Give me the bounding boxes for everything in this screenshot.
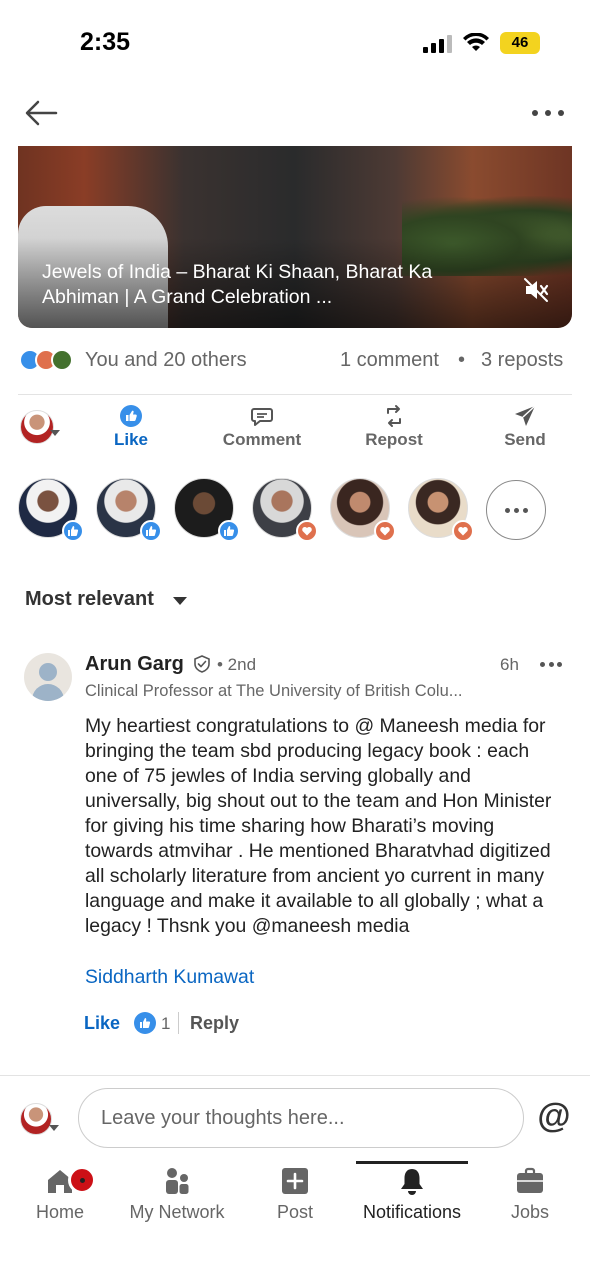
send-icon	[515, 405, 536, 426]
reactor-avatar[interactable]	[18, 478, 84, 542]
verified-shield-icon	[194, 655, 210, 673]
commenter-avatar[interactable]	[24, 653, 72, 701]
notification-badge	[68, 1166, 96, 1194]
briefcase-icon	[517, 1167, 543, 1193]
love-reaction-icon	[296, 520, 318, 542]
comment-body: My heartiest congratulations to @ Manees…	[85, 715, 552, 937]
divider	[18, 394, 572, 395]
comments-count[interactable]: 1 comment	[340, 349, 439, 372]
video-caption: Jewels of India – Bharat Ki Shaan, Bhara…	[42, 261, 433, 308]
comment-icon	[251, 408, 273, 426]
like-button[interactable]: Like	[106, 404, 156, 454]
people-icon	[166, 1168, 189, 1194]
commenter-headline: Clinical Professor at The University of …	[85, 682, 463, 700]
comment-like-count[interactable]: 1	[161, 1014, 170, 1034]
sort-dropdown-label[interactable]: Most relevant	[25, 588, 154, 611]
comment-mention-link[interactable]: Siddharth Kumawat	[85, 966, 254, 989]
like-reaction-icon	[62, 520, 84, 542]
status-time: 2:35	[80, 28, 131, 56]
comment-time: 6h	[500, 655, 519, 674]
connection-degree: • 2nd	[217, 655, 257, 674]
comment-button[interactable]: Comment	[216, 404, 308, 454]
cellular-signal-icon	[423, 35, 453, 53]
counts-separator: •	[458, 349, 466, 371]
actor-avatar[interactable]	[20, 410, 54, 444]
chevron-down-icon[interactable]	[50, 430, 60, 436]
ellipsis-icon	[540, 662, 545, 667]
status-bar: 2:35 46	[0, 0, 590, 80]
reactions-summary[interactable]: You and 20 others	[85, 349, 247, 372]
caret-down-icon[interactable]	[173, 597, 187, 605]
post-more-button[interactable]	[528, 100, 568, 126]
like-reaction-icon	[140, 520, 162, 542]
more-reactors-button[interactable]	[486, 480, 546, 540]
reaction-icons[interactable]	[19, 349, 79, 373]
tab-my-network[interactable]: My Network	[122, 1166, 232, 1236]
wifi-icon	[463, 33, 489, 51]
love-reaction-icon	[374, 520, 396, 542]
chevron-down-icon[interactable]	[49, 1125, 59, 1131]
divider	[0, 1075, 590, 1076]
thumbs-up-icon	[134, 1012, 156, 1034]
reactor-avatar[interactable]	[174, 478, 240, 542]
tab-post[interactable]: Post	[270, 1166, 320, 1236]
bell-icon	[401, 1169, 423, 1195]
reactor-avatar[interactable]	[96, 478, 162, 542]
back-button[interactable]	[24, 96, 60, 130]
video-player[interactable]: Jewels of India – Bharat Ki Shaan, Bhara…	[18, 146, 572, 328]
support-reaction-icon	[51, 349, 73, 371]
reactor-avatar[interactable]	[252, 478, 318, 542]
ellipsis-icon	[532, 110, 538, 116]
reactor-avatar[interactable]	[330, 478, 396, 542]
arrow-left-icon	[25, 100, 58, 126]
ellipsis-icon	[504, 507, 510, 513]
active-tab-indicator	[356, 1161, 468, 1164]
love-reaction-icon	[452, 520, 474, 542]
tab-notifications[interactable]: Notifications	[356, 1166, 468, 1236]
comment-like-button[interactable]: Like	[84, 1013, 120, 1034]
divider	[178, 1012, 179, 1034]
comment-input[interactable]	[78, 1088, 524, 1148]
plus-square-icon	[282, 1168, 308, 1194]
commenter-name[interactable]: Arun Garg	[85, 653, 184, 676]
repost-button[interactable]: Repost	[360, 404, 428, 454]
speaker-muted-icon[interactable]	[522, 276, 550, 304]
like-reaction-icon	[218, 520, 240, 542]
comment-more-button[interactable]	[540, 662, 562, 668]
reactor-avatar[interactable]	[408, 478, 474, 542]
comment-reply-button[interactable]: Reply	[190, 1013, 239, 1034]
tab-jobs[interactable]: Jobs	[506, 1166, 554, 1236]
send-button[interactable]: Send	[500, 404, 550, 454]
mention-at-button[interactable]: @	[536, 1096, 572, 1136]
thumbs-up-icon	[120, 405, 142, 427]
repost-icon	[387, 405, 401, 427]
actor-avatar[interactable]	[20, 1103, 52, 1135]
battery-icon: 46	[500, 32, 540, 54]
reposts-count[interactable]: 3 reposts	[481, 349, 563, 372]
